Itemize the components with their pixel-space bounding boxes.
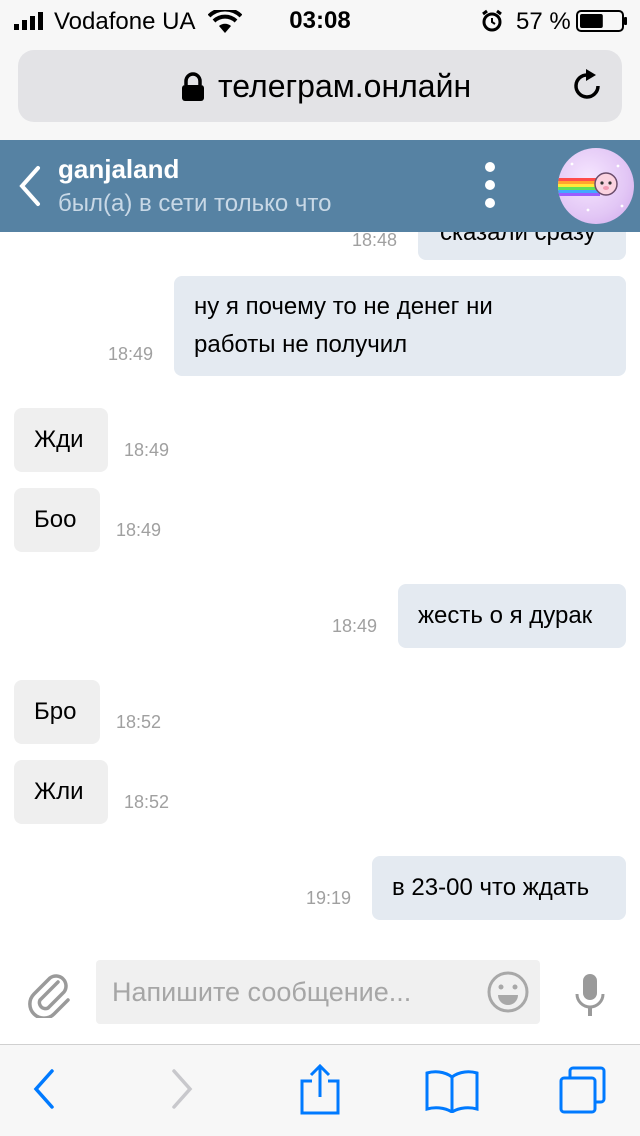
message-time: 19:19	[306, 888, 352, 908]
url-text[interactable]: телеграм.онлайн	[218, 68, 471, 105]
message-text-line: ну я почему то не денег ни	[194, 293, 493, 320]
contact-name[interactable]: ganjaland	[58, 154, 179, 185]
message-time: 18:48	[352, 232, 398, 250]
message-text: в 23-00 что ждать	[392, 874, 590, 901]
message-bubble[interactable]: в 23-00 что ждать	[372, 856, 626, 920]
battery-percent: 57 %	[516, 8, 571, 35]
message-bubble[interactable]: Бро	[14, 680, 100, 744]
tabs-icon[interactable]	[558, 1065, 608, 1115]
mic-icon[interactable]	[574, 972, 606, 1018]
message-text: сказали сразу	[440, 232, 596, 246]
chat-header: ganjaland был(а) в сети только что	[0, 140, 640, 232]
message-bubble[interactable]: сказали сразу	[418, 232, 626, 260]
avatar[interactable]	[558, 148, 634, 224]
status-bar: Vodafone UA 03:08 57 %	[0, 0, 640, 42]
reload-icon[interactable]	[570, 66, 606, 104]
message-time: 18:49	[124, 440, 170, 460]
share-icon[interactable]	[298, 1063, 342, 1115]
battery-icon	[576, 10, 627, 32]
attach-icon[interactable]	[28, 970, 72, 1018]
menu-icon[interactable]	[480, 162, 500, 212]
message-text: Жди	[34, 426, 84, 453]
alarm-icon	[482, 9, 502, 32]
message-text: Жли	[34, 778, 84, 805]
back-icon[interactable]	[16, 164, 44, 208]
url-field[interactable]: телеграм.онлайн	[18, 50, 622, 122]
message-composer	[0, 948, 640, 1044]
message-text: Боо	[34, 506, 77, 533]
message-bubble[interactable]: Жди	[14, 408, 108, 472]
message-time: 18:52	[124, 792, 170, 812]
forward-icon[interactable]	[168, 1067, 196, 1111]
bookmarks-icon[interactable]	[424, 1069, 480, 1113]
message-input[interactable]	[96, 960, 540, 1024]
contact-status: был(а) в сети только что	[58, 190, 332, 217]
message-time: 18:49	[108, 344, 154, 364]
message-bubble[interactable]: Боо	[14, 488, 100, 552]
emoji-icon[interactable]	[486, 970, 530, 1014]
message-text: жесть о я дурак	[418, 602, 593, 629]
message-time: 18:49	[116, 520, 162, 540]
message-text-line: работы не получил	[194, 331, 408, 358]
message-bubble[interactable]: жесть о я дурак	[398, 584, 626, 648]
message-text: Бро	[34, 698, 77, 725]
message-bubble[interactable]: ну я почему то не денег ни работы не пол…	[174, 276, 626, 376]
avatar-image	[558, 162, 624, 212]
browser-address-bar: телеграм.онлайн	[0, 42, 640, 140]
message-time: 18:52	[116, 712, 162, 732]
message-bubble[interactable]: Жли	[14, 760, 108, 824]
browser-toolbar	[0, 1044, 640, 1136]
message-list[interactable]: сказали сразу 18:48 ну я почему то не де…	[0, 232, 640, 948]
message-time: 18:49	[332, 616, 378, 636]
lock-icon	[182, 72, 204, 101]
back-icon[interactable]	[30, 1067, 58, 1111]
